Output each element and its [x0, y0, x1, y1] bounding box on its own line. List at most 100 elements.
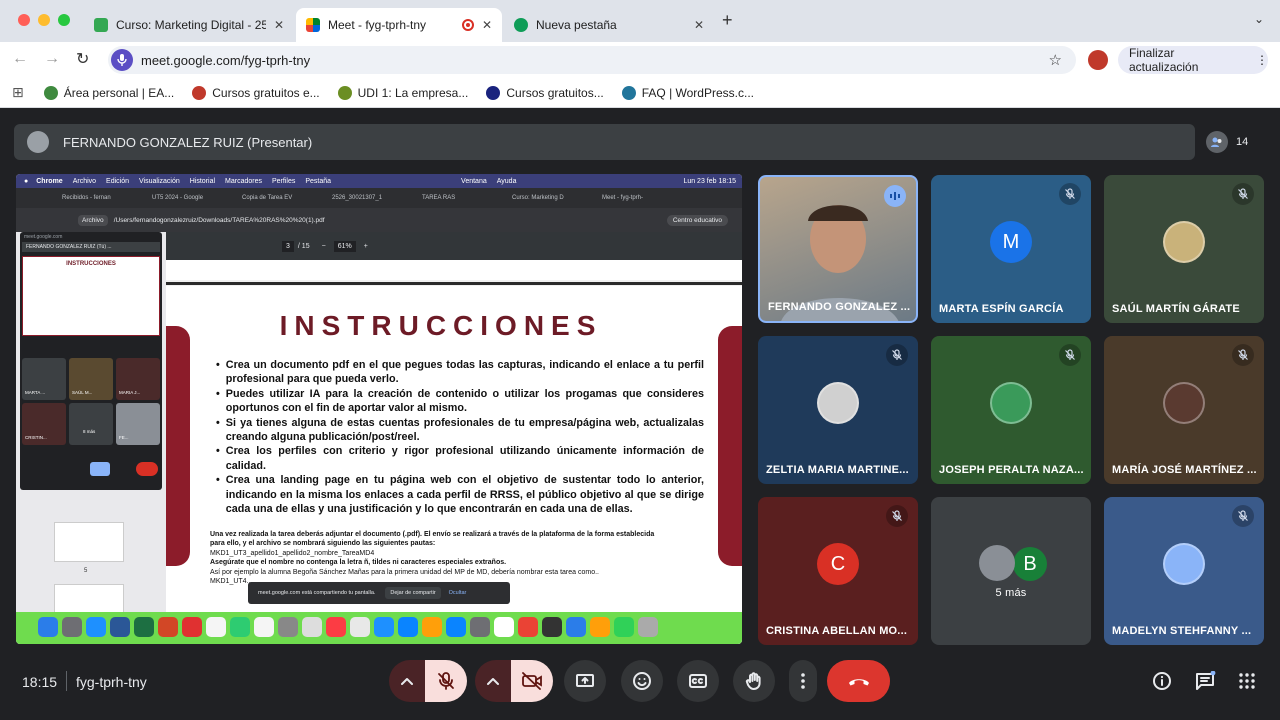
participants-count-button[interactable]: 14 [1206, 124, 1266, 160]
stop-sharing-button[interactable]: Dejar de compartir [385, 587, 441, 599]
audio-options-button[interactable] [389, 660, 425, 702]
reload-icon[interactable]: ↻ [76, 49, 89, 69]
participant-avatar [990, 382, 1032, 424]
presentation-bar: FERNANDO GONZALEZ RUIZ (Presentar) [14, 124, 1195, 160]
back-arrow-icon[interactable]: ← [12, 50, 28, 68]
participant-name: JOSEPH PERALTA NAZA... [939, 464, 1084, 476]
dock-app-icon [230, 617, 250, 637]
camera-toggle-button[interactable] [511, 660, 553, 702]
new-tab-favicon-icon [514, 18, 528, 32]
shared-screen: ● Chrome Archivo Edición Visualización H… [16, 174, 742, 644]
raise-hand-button[interactable] [733, 660, 775, 702]
bookmark-item[interactable]: UDI 1: La empresa... [337, 85, 468, 100]
chat-icon [1196, 670, 1216, 690]
activities-button[interactable] [1238, 672, 1256, 695]
participant-tile[interactable]: C CRISTINA ABELLAN MO... [758, 497, 918, 645]
minimize-window-button[interactable] [38, 14, 50, 26]
participant-tile[interactable]: MADELYN STEHFANNY ... [1104, 497, 1264, 645]
chevron-up-icon [487, 678, 499, 685]
submission-notes: Una vez realizada la tarea deberás adjun… [210, 531, 655, 586]
wordpress-favicon-icon [621, 85, 636, 100]
participant-name: FERNANDO GONZALEZ ... [768, 301, 911, 313]
pdf-viewport: INSTRUCCIONES • Crea un documento pdf en … [166, 260, 742, 644]
tab-search-chevron-icon[interactable]: ⌄ [1254, 12, 1264, 26]
bookmark-item[interactable]: Cursos gratuitos e... [192, 85, 320, 100]
instruction-list: • Crea un documento pdf en el que pegues … [216, 358, 704, 516]
apple-logo-icon: ● [24, 177, 29, 185]
participant-tile[interactable]: MARÍA JOSÉ MARTÍNEZ ... [1104, 336, 1264, 484]
present-icon [576, 674, 594, 687]
meeting-details-button[interactable] [1152, 671, 1172, 696]
browser-tab-meet[interactable]: Meet - fyg-tprh-tny ✕ [296, 8, 502, 42]
participant-name: SAÚL MARTÍN GÁRATE [1112, 303, 1240, 315]
dock-app-icon [566, 617, 586, 637]
dock-app-icon [38, 617, 58, 637]
dock-app-icon [590, 617, 610, 637]
mini-meet-window: meet.google.com FERNANDO GONZALEZ RUIZ (… [20, 232, 162, 490]
people-icon [1206, 131, 1228, 153]
profile-avatar[interactable] [1088, 50, 1108, 70]
browser-tab-new[interactable]: Nueva pestaña ✕ [504, 8, 714, 42]
participant-avatar: M [990, 221, 1032, 263]
bookmark-star-icon[interactable]: ☆ [1049, 51, 1062, 69]
bookmark-item[interactable]: Cursos gratuitos... [486, 85, 604, 100]
dock-app-icon [134, 617, 154, 637]
participant-name: MARÍA JOSÉ MARTÍNEZ ... [1112, 464, 1257, 476]
moodle-favicon-icon [94, 18, 108, 32]
emoji-icon [633, 672, 651, 690]
microphone-toggle-button[interactable] [425, 660, 467, 702]
hide-notice-button[interactable]: Ocultar [449, 590, 467, 596]
maximize-window-button[interactable] [58, 14, 70, 26]
address-bar[interactable]: meet.google.com/fyg-tprh-tny ☆ [108, 46, 1076, 74]
captions-icon [689, 674, 707, 688]
participant-tile[interactable]: M MARTA ESPÍN GARCÍA [931, 175, 1091, 323]
close-window-button[interactable] [18, 14, 30, 26]
close-tab-icon[interactable]: ✕ [694, 18, 704, 32]
mic-muted-icon [886, 344, 908, 366]
mic-muted-icon [1232, 183, 1254, 205]
new-tab-button[interactable]: + [722, 10, 733, 31]
participant-tile[interactable]: JOSEPH PERALTA NAZA... [931, 336, 1091, 484]
presenter-avatar [27, 131, 49, 153]
more-options-button[interactable] [789, 660, 817, 702]
dock-app-icon [470, 617, 490, 637]
chat-button[interactable] [1194, 670, 1216, 696]
participant-avatar [1163, 221, 1205, 263]
dock-app-icon [302, 617, 322, 637]
leave-call-button[interactable] [827, 660, 890, 702]
presenter-label: FERNANDO GONZALEZ RUIZ (Presentar) [63, 134, 313, 150]
reactions-button[interactable] [621, 660, 663, 702]
meet-stage: FERNANDO GONZALEZ RUIZ (Presentar) 14 ● … [0, 108, 1280, 720]
captions-button[interactable] [677, 660, 719, 702]
browser-tab-strip: Curso: Marketing Digital - 25 ✕ Meet - f… [0, 0, 1280, 42]
shared-dock [16, 612, 742, 644]
participant-tile[interactable]: B 5 más [931, 497, 1091, 645]
speaking-indicator-icon [884, 185, 906, 207]
dock-app-icon [398, 617, 418, 637]
apps-grid-icon[interactable]: ⊞ [12, 84, 24, 101]
dock-app-icon [182, 617, 202, 637]
participant-tile[interactable]: ZELTIA MARIA MARTINE... [758, 336, 918, 484]
close-tab-icon[interactable]: ✕ [274, 18, 284, 32]
pdf-thumbnail[interactable] [54, 522, 124, 562]
apps-grid-icon [1239, 673, 1255, 689]
dock-app-icon [206, 617, 226, 637]
shared-pdf-toolbar: 3 / 15 − 61% + [166, 232, 742, 260]
participant-tile[interactable]: FERNANDO GONZALEZ ... [758, 175, 918, 323]
bookmark-item[interactable]: Área personal | EA... [43, 85, 174, 100]
participant-tile[interactable]: SAÚL MARTÍN GÁRATE [1104, 175, 1264, 323]
instruction-item: • Crea un documento pdf en el que pegues … [216, 359, 704, 386]
forward-arrow-icon[interactable]: → [44, 50, 60, 68]
present-screen-button[interactable] [564, 660, 606, 702]
dock-app-icon [110, 617, 130, 637]
participant-avatar [1163, 382, 1205, 424]
participant-avatar [979, 545, 1015, 581]
microphone-permission-icon[interactable] [111, 49, 133, 71]
screen-share-notice: meet.google.com está compartiendo tu pan… [248, 582, 510, 604]
update-browser-button[interactable]: Finalizar actualización ⋮ [1118, 46, 1268, 74]
bookmark-item[interactable]: FAQ | WordPress.c... [621, 85, 754, 100]
browser-tab-course[interactable]: Curso: Marketing Digital - 25 ✕ [84, 8, 294, 42]
video-options-button[interactable] [475, 660, 511, 702]
info-icon [1153, 672, 1171, 690]
close-tab-icon[interactable]: ✕ [482, 18, 492, 32]
